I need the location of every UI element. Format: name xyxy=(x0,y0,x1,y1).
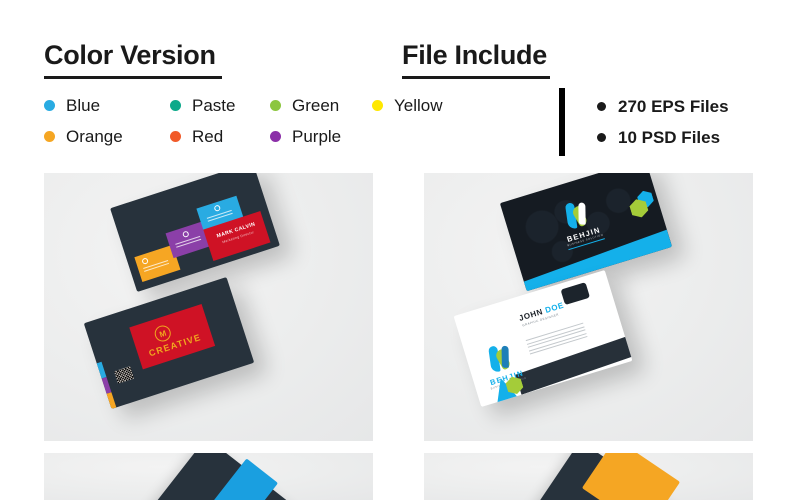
color-item-label: Paste xyxy=(192,96,236,115)
globe-icon xyxy=(213,204,222,212)
mockup-preview-panel[interactable]: MARK CALVIN Marketing Director M CREATIV… xyxy=(44,173,373,441)
logo-stroke-white xyxy=(578,202,586,225)
bullet-dot-icon xyxy=(597,102,606,111)
color-item-blue: Blue xyxy=(44,97,170,114)
file-include-underline xyxy=(402,76,550,79)
color-item-red: Red xyxy=(170,128,270,145)
color-swatch-dot-icon xyxy=(270,131,281,142)
color-version-title: Color Version xyxy=(44,40,216,70)
color-swatch-dot-icon xyxy=(170,100,181,111)
file-item-label: 10 PSD Files xyxy=(618,128,721,147)
color-item-label: Blue xyxy=(66,96,101,115)
color-swatch-dot-icon xyxy=(372,100,383,111)
color-item-label: Red xyxy=(192,127,224,146)
file-item-eps: 270 EPS Files xyxy=(597,91,729,122)
qr-code-icon xyxy=(114,366,135,384)
contact-lines xyxy=(175,235,202,249)
profile-badge xyxy=(560,282,591,306)
mockup-preview-panel[interactable]: BEHJIN BUSINESS SOLUTION JOHN DOE GRAPHI… xyxy=(424,173,753,441)
color-item-purple: Purple xyxy=(270,128,372,145)
bullet-dot-icon xyxy=(597,133,606,142)
file-include-title: File Include xyxy=(402,40,547,70)
color-swatch-dot-icon xyxy=(170,131,181,142)
color-item-label: Green xyxy=(292,96,340,115)
color-item-paste: Paste xyxy=(170,97,270,114)
color-version-underline xyxy=(44,76,222,79)
file-include-list: 270 EPS Files 10 PSD Files xyxy=(597,91,729,153)
color-version-list: Blue Paste Green Yellow Orange Red Purpl… xyxy=(44,90,534,152)
color-item-label: Yellow xyxy=(394,96,443,115)
color-item-yellow: Yellow xyxy=(372,97,492,114)
color-version-section-header: Color Version xyxy=(44,42,222,79)
color-swatch-dot-icon xyxy=(44,131,55,142)
phone-icon xyxy=(141,257,149,265)
mail-icon xyxy=(181,230,190,238)
logo-stroke-dark xyxy=(501,345,509,368)
color-swatch-dot-icon xyxy=(44,100,55,111)
color-swatch-dot-icon xyxy=(270,100,281,111)
presentation-page: Color Version Blue Paste Green Yellow Or… xyxy=(0,0,800,500)
mockup-preview-panel[interactable] xyxy=(424,453,753,500)
file-item-label: 270 EPS Files xyxy=(618,97,729,116)
color-item-green: Green xyxy=(270,97,372,114)
color-item-label: Orange xyxy=(66,127,123,146)
file-include-section-header: File Include xyxy=(402,42,550,79)
vertical-divider xyxy=(559,88,565,156)
color-item-orange: Orange xyxy=(44,128,170,145)
color-item-label: Purple xyxy=(292,127,342,146)
file-item-psd: 10 PSD Files xyxy=(597,122,729,153)
mockup-preview-panel[interactable] xyxy=(44,453,373,500)
